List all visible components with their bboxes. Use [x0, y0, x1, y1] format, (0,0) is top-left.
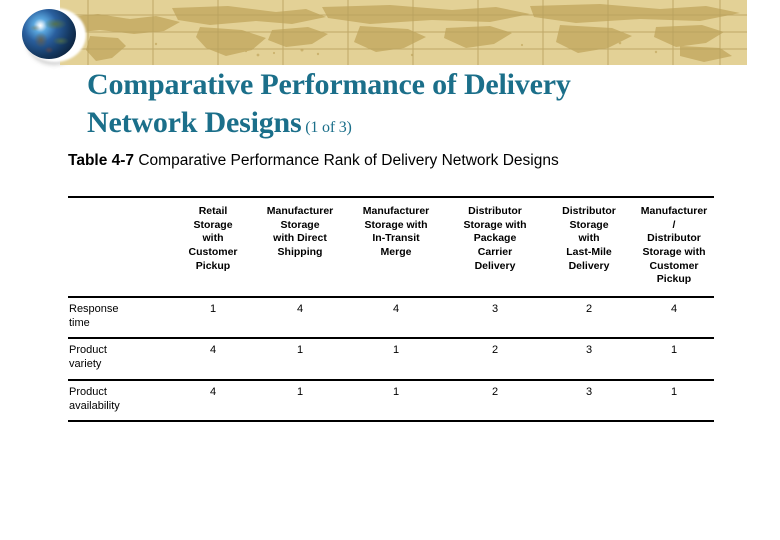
cell-value: 1 — [254, 338, 346, 381]
cell-value: 4 — [346, 296, 446, 340]
page-title-line2-wrap: Network Designs (1 of 3) — [87, 104, 727, 142]
header-line: Manufacturer — [362, 205, 430, 217]
cell-value: 2 — [544, 296, 634, 340]
cell-value: 1 — [634, 338, 714, 381]
header-line: Distributor — [647, 232, 701, 245]
cell-value: 4 — [254, 296, 346, 340]
header-line: Pickup — [656, 273, 692, 286]
header-line: Storage — [193, 218, 233, 231]
cell-value: 4 — [634, 296, 714, 340]
header-banner — [60, 0, 747, 65]
performance-table: Retail Storage with Customer Pickup Manu… — [68, 196, 714, 423]
header-line: Pickup — [195, 259, 231, 272]
header-line: Retail — [198, 205, 228, 217]
table-body: Response time 1 4 4 3 2 4 Product variet… — [68, 296, 714, 423]
header-line: / — [672, 218, 676, 231]
header-line: Distributor — [562, 205, 616, 217]
table-header-row: Retail Storage with Customer Pickup Manu… — [68, 196, 714, 298]
header-line: Customer — [649, 259, 699, 272]
page-title-suffix: (1 of 3) — [301, 119, 352, 137]
page-title-line1: Comparative Performance of Delivery — [87, 68, 571, 101]
row-label-line: Response — [69, 302, 119, 315]
globe-icon — [18, 6, 92, 65]
row-label-product-availability: Product availability — [68, 379, 172, 423]
cell-value: 1 — [346, 338, 446, 381]
header-line: Carrier — [477, 245, 513, 258]
cell-value: 2 — [446, 338, 544, 381]
row-label-line: time — [69, 316, 90, 329]
cell-value: 4 — [172, 379, 254, 423]
table-row: Product availability 4 1 1 2 3 1 — [68, 379, 714, 423]
column-header-retail-storage-customer-pickup: Retail Storage with Customer Pickup — [172, 196, 254, 298]
header-line: with — [202, 232, 224, 245]
header-line: Customer — [188, 245, 238, 258]
header-line: Distributor — [468, 205, 522, 217]
cell-value: 3 — [446, 296, 544, 340]
header-line: Delivery — [474, 259, 516, 272]
page-title: Comparative Performance of Delivery Netw… — [87, 66, 727, 143]
table-caption-text: Comparative Performance Rank of Delivery… — [138, 152, 559, 169]
header-line: Storage with — [463, 218, 527, 231]
row-label-response-time: Response time — [68, 296, 172, 340]
column-header-manufacturer-distributor-storage-customer-pickup: Manufacturer / Distributor Storage with … — [634, 196, 714, 298]
header-line: Storage with — [642, 245, 706, 258]
row-label-line: availability — [69, 399, 120, 412]
header-line: Manufacturer — [266, 205, 334, 217]
column-header-manufacturer-storage-in-transit-merge: Manufacturer Storage with In-Transit Mer… — [346, 196, 446, 298]
table-caption: Table 4-7 Comparative Performance Rank o… — [68, 152, 559, 170]
row-label-line: Product — [69, 385, 107, 398]
header-line: with Direct — [273, 232, 327, 245]
row-label-product-variety: Product variety — [68, 338, 172, 381]
header-line: Package — [473, 232, 517, 245]
globe-sphere — [22, 9, 76, 59]
header-line: Shipping — [277, 245, 323, 258]
table-row: Product variety 4 1 1 2 3 1 — [68, 338, 714, 381]
world-map-graphic — [60, 0, 747, 65]
table-row: Response time 1 4 4 3 2 4 — [68, 296, 714, 340]
table-header: Retail Storage with Customer Pickup Manu… — [68, 196, 714, 298]
row-label-line: variety — [69, 358, 102, 371]
header-line: Storage — [280, 218, 320, 231]
cell-value: 1 — [254, 379, 346, 423]
row-label-line: Product — [69, 344, 107, 357]
table-caption-number: Table 4-7 — [68, 152, 139, 169]
header-line: In-Transit — [372, 232, 420, 245]
header-line: with — [578, 232, 600, 245]
cell-value: 3 — [544, 379, 634, 423]
column-header-distributor-storage-last-mile-delivery: Distributor Storage with Last-Mile Deliv… — [544, 196, 634, 298]
cell-value: 3 — [544, 338, 634, 381]
cell-value: 2 — [446, 379, 544, 423]
performance-table-container: Retail Storage with Customer Pickup Manu… — [68, 196, 714, 423]
header-line: Delivery — [568, 259, 610, 272]
header-line: Storage with — [364, 218, 428, 231]
column-header-manufacturer-storage-direct-shipping: Manufacturer Storage with Direct Shippin… — [254, 196, 346, 298]
header-line: Merge — [380, 245, 412, 258]
cell-value: 1 — [172, 296, 254, 340]
header-line: Storage — [569, 218, 609, 231]
cell-value: 1 — [634, 379, 714, 423]
table-header-corner — [68, 196, 172, 298]
header-line: Manufacturer — [640, 205, 708, 217]
header-line: Last-Mile — [566, 245, 612, 258]
cell-value: 1 — [346, 379, 446, 423]
page-title-line2: Network Designs — [87, 106, 302, 140]
column-header-distributor-storage-package-carrier-delivery: Distributor Storage with Package Carrier… — [446, 196, 544, 298]
cell-value: 4 — [172, 338, 254, 381]
